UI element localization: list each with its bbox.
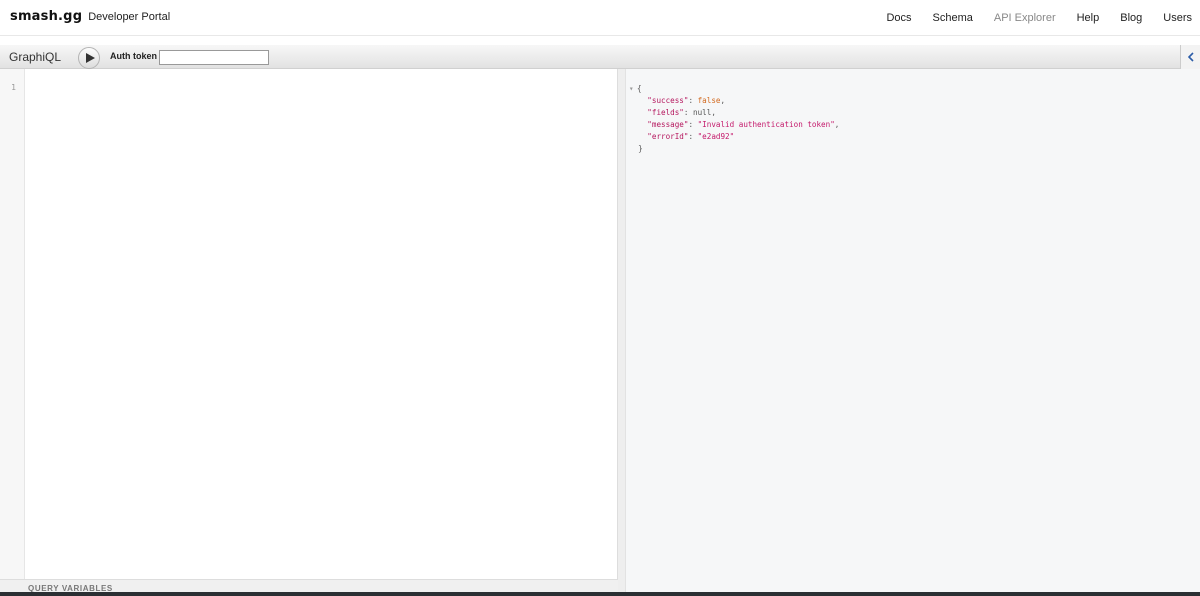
- docs-explorer-toggle[interactable]: [1180, 45, 1200, 69]
- json-value-success: false: [697, 96, 721, 106]
- query-editor-textarea[interactable]: [25, 69, 617, 579]
- line-number-gutter: 1: [0, 69, 25, 579]
- json-value-fields: null: [693, 108, 712, 118]
- bottom-strip: [0, 592, 1200, 596]
- nav-link-api-explorer[interactable]: API Explorer: [994, 12, 1056, 24]
- json-open-brace: {: [637, 84, 642, 93]
- result-json: ▾{ "success": false, "fields": null, "me…: [629, 83, 840, 154]
- json-close-brace: }: [638, 144, 643, 154]
- graphiql-title: GraphiQL: [9, 50, 62, 64]
- nav-link-schema[interactable]: Schema: [933, 12, 973, 24]
- nav-link-blog[interactable]: Blog: [1120, 12, 1142, 24]
- json-key-success: "success": [647, 96, 689, 106]
- brand-subtitle[interactable]: Developer Portal: [88, 11, 170, 23]
- query-variables-bar[interactable]: QUERY VARIABLES: [0, 579, 618, 592]
- result-pane: ▾{ "success": false, "fields": null, "me…: [626, 69, 1200, 592]
- line-number: 1: [11, 83, 16, 92]
- json-value-message: "Invalid authentication token": [697, 120, 835, 130]
- json-key-errorid: "errorId": [647, 132, 689, 142]
- auth-token-label: Auth token: [110, 51, 157, 61]
- fold-arrow-icon[interactable]: ▾: [629, 83, 637, 95]
- play-icon: [85, 53, 95, 63]
- query-variables-label: QUERY VARIABLES: [28, 584, 113, 592]
- query-editor: 1: [0, 69, 618, 579]
- nav-link-docs[interactable]: Docs: [886, 12, 911, 24]
- pane-splitter[interactable]: [618, 69, 626, 592]
- execute-query-button[interactable]: [78, 47, 100, 69]
- json-key-message: "message": [647, 120, 689, 130]
- brand-logo[interactable]: smash.gg: [10, 9, 82, 24]
- auth-token-input[interactable]: [159, 50, 269, 65]
- nav-links: Docs Schema API Explorer Help Blog Users: [865, 0, 1192, 36]
- nav-link-users[interactable]: Users: [1163, 12, 1192, 24]
- json-value-errorid: "e2ad92": [697, 132, 735, 142]
- chevron-left-icon: [1187, 52, 1194, 62]
- top-navigation: smash.gg Developer Portal Docs Schema AP…: [0, 0, 1200, 36]
- brand[interactable]: smash.gg Developer Portal: [10, 9, 170, 24]
- nav-link-help[interactable]: Help: [1077, 12, 1100, 24]
- json-key-fields: "fields": [647, 108, 684, 118]
- graphiql-toolbar: GraphiQL Auth token: [0, 45, 1200, 69]
